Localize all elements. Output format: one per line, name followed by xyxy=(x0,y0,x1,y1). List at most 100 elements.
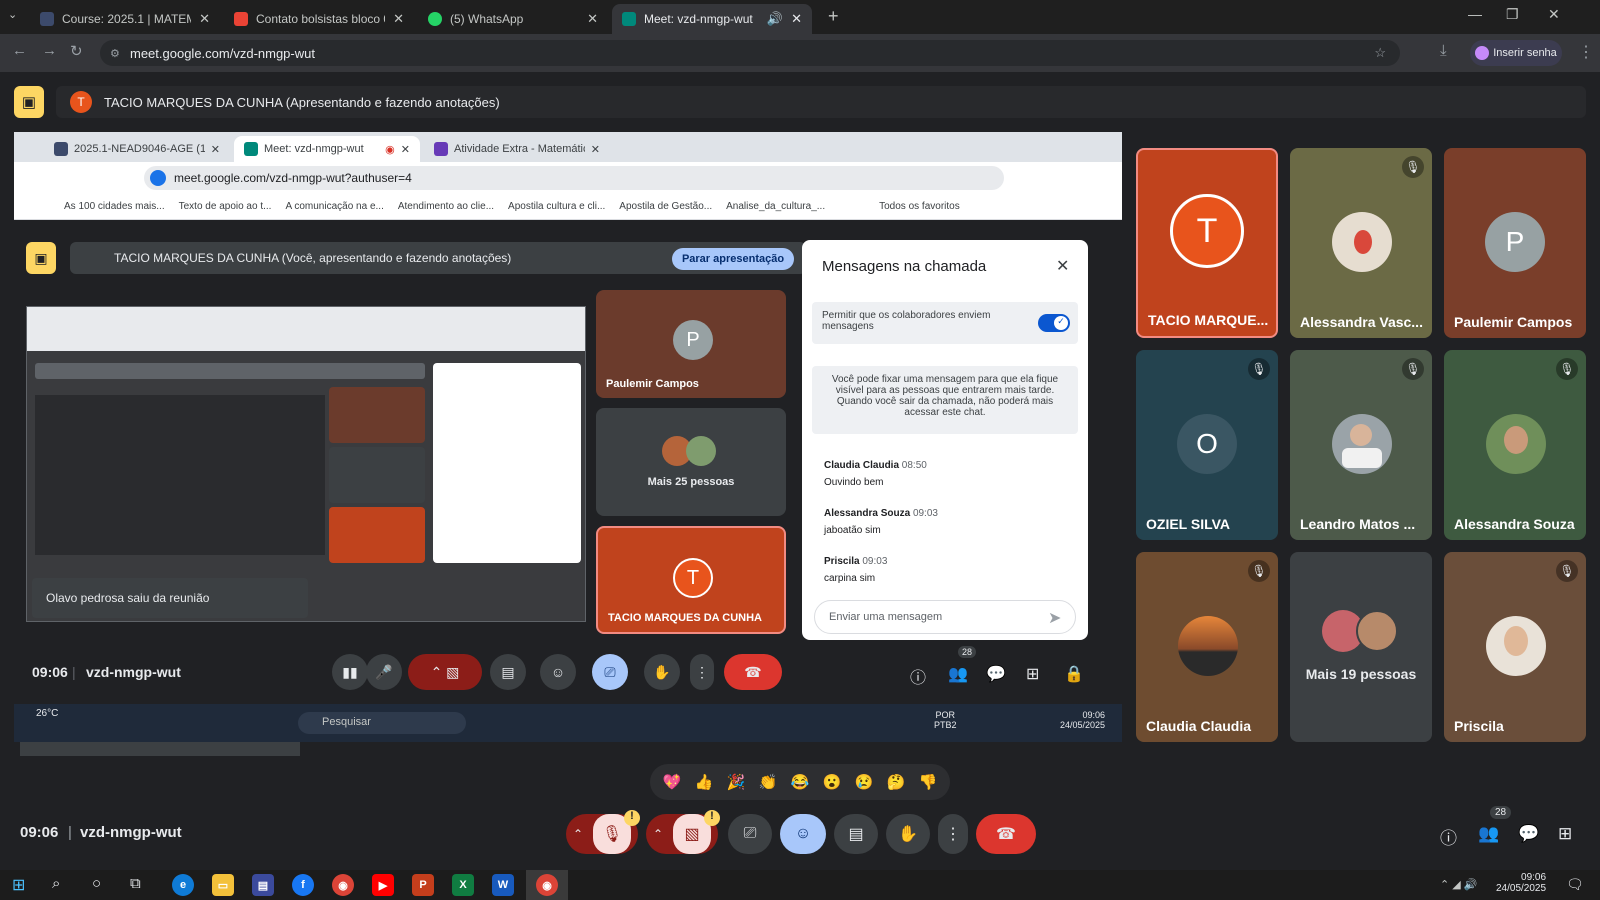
site-info-icon[interactable]: ⚙ xyxy=(110,47,120,60)
leave-call-button[interactable]: ☎ xyxy=(976,814,1036,854)
taskbar-clock[interactable]: 09:06 24/05/2025 xyxy=(1496,872,1546,894)
reaction-surprised-button[interactable]: 😮 xyxy=(819,769,845,795)
participant-tile: T TACIO MARQUES DA CUNHA xyxy=(596,526,786,634)
nested-screen xyxy=(35,395,325,555)
chrome-active-task[interactable]: ◉ xyxy=(526,870,568,900)
nested-chat xyxy=(433,363,581,563)
participant-tile-tacio[interactable]: T TACIO MARQUE... xyxy=(1136,148,1278,338)
avatar: T xyxy=(673,558,713,598)
excel-icon[interactable]: X xyxy=(452,874,474,896)
reaction-heart-button[interactable]: 💖 xyxy=(659,769,685,795)
raise-hand-button[interactable]: ✋ xyxy=(886,814,930,854)
tab-whatsapp[interactable]: (5) WhatsApp ✕ xyxy=(418,4,608,34)
meet-icon xyxy=(622,12,636,26)
stop-presenting-button: Parar apresentação xyxy=(672,248,794,270)
participant-tile-oziel[interactable]: 🎙 O OZIEL SILVA xyxy=(1136,350,1278,540)
tab-gmail[interactable]: Contato bolsistas bloco 02 - pri✕ xyxy=(224,4,414,34)
youtube-icon[interactable]: ▶ xyxy=(372,874,394,896)
edge-icon[interactable]: e xyxy=(172,874,194,896)
new-tab-button[interactable]: + xyxy=(828,6,839,27)
nested-tile xyxy=(329,447,425,503)
address-bar[interactable]: ⚙ meet.google.com/vzd-nmgp-wut ☆ xyxy=(100,40,1400,66)
presenting-banner: T TACIO MARQUES DA CUNHA (Apresentando e… xyxy=(56,86,1586,118)
allow-messages-toggle: ✓ xyxy=(1038,314,1070,332)
shared-tab-activity: Atividade Extra - Matemática p✕ xyxy=(424,136,610,162)
captions-button[interactable]: ▤ xyxy=(834,814,878,854)
avatar xyxy=(1486,414,1546,474)
meeting-info-icon[interactable]: ⓘ xyxy=(1440,824,1457,849)
reaction-clap-button[interactable]: 👏 xyxy=(755,769,781,795)
shared-tab-bar: 2025.1-NEAD9046-AGE (10853✕ Meet: vzd-nm… xyxy=(14,132,1122,162)
word-icon[interactable]: W xyxy=(492,874,514,896)
profile-button[interactable]: Inserir senha xyxy=(1470,40,1562,66)
presentation-icon: ▣ xyxy=(26,242,56,274)
reactions-bar: 💖 👍 🎉 👏 😂 😮 😢 🤔 👎 xyxy=(650,764,950,800)
reload-icon[interactable]: ↻ xyxy=(70,42,83,60)
minimize-button[interactable]: — xyxy=(1468,6,1482,22)
people-icon[interactable]: 👥 xyxy=(1478,824,1499,844)
tab-course[interactable]: Course: 2025.1 | MATEMÁTICA I✕ xyxy=(30,4,220,34)
close-icon[interactable]: ✕ xyxy=(791,11,802,27)
restore-button[interactable]: ❐ xyxy=(1506,6,1519,23)
tab-search-icon[interactable]: ⌄ xyxy=(8,8,17,21)
store-icon[interactable]: ▤ xyxy=(252,874,274,896)
windows-start-icon[interactable]: ⊞ xyxy=(12,875,25,895)
bookmark-star-icon[interactable]: ☆ xyxy=(1374,45,1386,61)
avatar xyxy=(1178,616,1238,676)
activities-icon[interactable]: ⊞ xyxy=(1558,824,1572,844)
participant-tile-alessandra-vasc[interactable]: 🎙 Alessandra Vasc... xyxy=(1290,148,1432,338)
participant-tile-priscila[interactable]: 🎙 Priscila xyxy=(1444,552,1586,742)
chat-icon[interactable]: 💬 xyxy=(1518,824,1539,844)
search-icon[interactable]: ⌕ xyxy=(52,875,60,892)
back-icon[interactable]: ← xyxy=(12,42,27,59)
shared-tab-meet: Meet: vzd-nmgp-wut ◉ ✕ xyxy=(234,136,420,162)
file-explorer-icon[interactable]: ▭ xyxy=(212,874,234,896)
close-icon[interactable]: ✕ xyxy=(587,11,598,27)
close-icon: ✕ xyxy=(1056,258,1070,275)
reaction-thinking-button[interactable]: 🤔 xyxy=(883,769,909,795)
reaction-party-button[interactable]: 🎉 xyxy=(723,769,749,795)
participant-tile-paulemir[interactable]: P Paulemir Campos xyxy=(1444,148,1586,338)
meeting-time: 09:06 xyxy=(32,664,68,680)
presentation-icon[interactable]: ▣ xyxy=(14,86,44,118)
participant-tile-alessandra-souza[interactable]: 🎙 Alessandra Souza xyxy=(1444,350,1586,540)
send-icon: ➤ xyxy=(1048,610,1062,627)
participant-tile-leandro[interactable]: 🎙 Leandro Matos ... xyxy=(1290,350,1432,540)
task-view-icon[interactable]: ⧉ xyxy=(130,875,141,892)
chat-message: Priscila 09:03 carpina sim xyxy=(824,556,888,584)
info-icon: ⓘ xyxy=(910,670,927,687)
present-button[interactable]: ⎚ xyxy=(728,814,772,854)
cortana-icon[interactable]: ○ xyxy=(92,875,101,892)
download-icon[interactable]: ⤓ xyxy=(1440,42,1447,59)
powerpoint-icon[interactable]: P xyxy=(412,874,434,896)
chat-message: Alessandra Souza 09:03 jaboatão sim xyxy=(824,508,938,536)
close-icon[interactable]: ✕ xyxy=(199,11,210,27)
chat-icon: 💬 xyxy=(986,666,1006,683)
chevron-up-icon[interactable]: ⌃ xyxy=(573,827,583,841)
emoji-button[interactable]: ☺ xyxy=(780,814,826,854)
avatar xyxy=(1475,46,1490,60)
forward-icon[interactable]: → xyxy=(42,42,57,59)
close-window-button[interactable]: ✕ xyxy=(1548,6,1560,23)
reaction-laugh-button[interactable]: 😂 xyxy=(787,769,813,795)
notifications-icon[interactable]: 🗨 xyxy=(1566,876,1584,893)
chevron-up-icon[interactable]: ⌃ xyxy=(653,827,663,841)
chat-permission-row: Permitir que os colaboradores enviem men… xyxy=(812,302,1078,344)
reaction-sad-button[interactable]: 😢 xyxy=(851,769,877,795)
reaction-thumbs-up-button[interactable]: 👍 xyxy=(691,769,717,795)
avatar: P xyxy=(1485,212,1545,272)
speaker-icon: 🔊 xyxy=(766,11,784,26)
facebook-icon[interactable]: f xyxy=(292,874,314,896)
participant-tile-more[interactable]: Mais 19 pessoas xyxy=(1290,552,1432,742)
chrome-icon[interactable]: ◉ xyxy=(332,874,354,896)
reaction-thumbs-down-button[interactable]: 👎 xyxy=(915,769,941,795)
system-tray-icons[interactable]: ⌃ ◢ 🔊 xyxy=(1440,878,1478,891)
menu-icon[interactable]: ⋮ xyxy=(1578,42,1594,62)
tab-meet[interactable]: Meet: vzd-nmgp-wut 🔊 ✕ xyxy=(612,4,812,34)
more-options-button[interactable]: ⋮ xyxy=(938,814,968,854)
participant-tile-claudia[interactable]: 🎙 Claudia Claudia xyxy=(1136,552,1278,742)
nested-tile xyxy=(329,507,425,563)
avatar xyxy=(1356,610,1398,652)
close-icon[interactable]: ✕ xyxy=(393,11,404,27)
avatar xyxy=(1332,414,1392,474)
